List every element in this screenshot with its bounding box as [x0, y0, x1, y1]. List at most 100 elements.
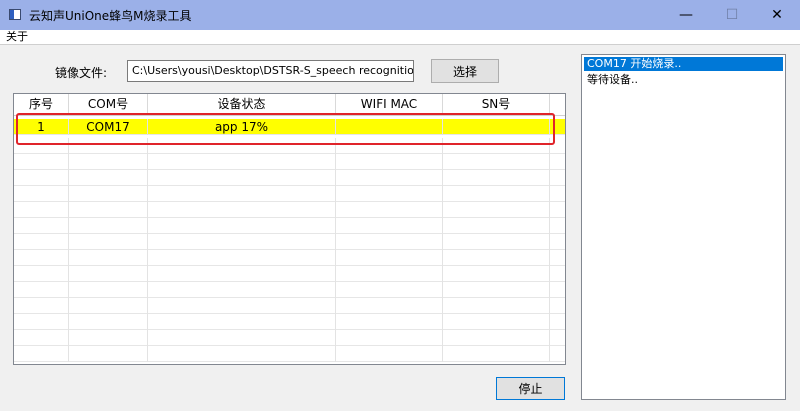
- cell-sn: [443, 119, 550, 135]
- cell-wifi-mac: [336, 202, 443, 218]
- cell-index: [14, 234, 69, 250]
- cell-status: [148, 250, 336, 266]
- cell-com: [69, 330, 148, 346]
- cell-sn: [443, 234, 550, 250]
- cell-status: [148, 330, 336, 346]
- cell-com: [69, 154, 148, 170]
- cell-sn: [443, 298, 550, 314]
- app-icon: [9, 9, 21, 20]
- cell-index: [14, 202, 69, 218]
- table-row-empty[interactable]: [14, 234, 565, 250]
- cell-wifi-mac: [336, 119, 443, 135]
- maximize-button[interactable]: ☐: [709, 0, 755, 30]
- cell-wifi-mac: [336, 298, 443, 314]
- column-header-status[interactable]: 设备状态: [148, 94, 336, 115]
- cell-wifi-mac: [336, 250, 443, 266]
- table-row-empty[interactable]: [14, 186, 565, 202]
- column-header-com[interactable]: COM号: [69, 94, 148, 115]
- cell-index: 1: [14, 119, 69, 135]
- image-file-path-field[interactable]: C:\Users\yousi\Desktop\DSTSR-S_speech re…: [127, 60, 414, 82]
- cell-com: [69, 170, 148, 186]
- cell-status: [148, 314, 336, 330]
- table-row-empty[interactable]: [14, 250, 565, 266]
- cell-sn: [443, 250, 550, 266]
- table-row[interactable]: 1 COM17 app 17%: [14, 119, 565, 135]
- cell-wifi-mac: [336, 170, 443, 186]
- cell-sn: [443, 154, 550, 170]
- table-row-empty[interactable]: [14, 154, 565, 170]
- cell-wifi-mac: [336, 218, 443, 234]
- cell-index: [14, 218, 69, 234]
- cell-index: [14, 186, 69, 202]
- cell-com: [69, 282, 148, 298]
- cell-sn: [443, 186, 550, 202]
- cell-sn: [443, 330, 550, 346]
- cell-index: [14, 250, 69, 266]
- window-title: 云知声UniOne蜂鸟M烧录工具: [29, 9, 192, 23]
- choose-file-button[interactable]: 选择: [431, 59, 499, 83]
- cell-com: [69, 138, 148, 154]
- menu-bar: 关于: [0, 30, 800, 45]
- close-button[interactable]: ✕: [754, 0, 800, 30]
- cell-index: [14, 330, 69, 346]
- cell-wifi-mac: [336, 282, 443, 298]
- table-row-empty[interactable]: [14, 330, 565, 346]
- title-bar[interactable]: 云知声UniOne蜂鸟M烧录工具 — ☐ ✕: [0, 0, 800, 30]
- cell-sn: [443, 202, 550, 218]
- cell-wifi-mac: [336, 234, 443, 250]
- cell-wifi-mac: [336, 154, 443, 170]
- cell-wifi-mac: [336, 330, 443, 346]
- cell-com: [69, 298, 148, 314]
- cell-index: [14, 138, 69, 154]
- cell-sn: [443, 314, 550, 330]
- table-row-empty[interactable]: [14, 266, 565, 282]
- cell-sn: [443, 266, 550, 282]
- stop-button[interactable]: 停止: [496, 377, 565, 400]
- menu-item-about[interactable]: 关于: [6, 30, 28, 44]
- log-list[interactable]: COM17 开始烧录.. 等待设备..: [581, 54, 786, 400]
- device-table[interactable]: 序号 COM号 设备状态 WIFI MAC SN号 1 COM17 app 17%: [13, 93, 566, 365]
- column-header-wifi-mac[interactable]: WIFI MAC: [336, 94, 443, 115]
- cell-index: [14, 266, 69, 282]
- cell-com: [69, 346, 148, 362]
- minimize-button[interactable]: —: [663, 0, 709, 30]
- column-header-sn[interactable]: SN号: [443, 94, 550, 115]
- table-row-empty[interactable]: [14, 298, 565, 314]
- cell-sn: [443, 282, 550, 298]
- cell-index: [14, 314, 69, 330]
- cell-status: [148, 170, 336, 186]
- log-line[interactable]: 等待设备..: [584, 73, 783, 87]
- cell-status: [148, 282, 336, 298]
- cell-index: [14, 170, 69, 186]
- cell-status: app 17%: [148, 119, 336, 135]
- cell-com: [69, 266, 148, 282]
- cell-status: [148, 234, 336, 250]
- cell-sn: [443, 346, 550, 362]
- cell-sn: [443, 170, 550, 186]
- image-file-label: 镜像文件:: [55, 66, 108, 80]
- cell-com: [69, 218, 148, 234]
- table-row-empty[interactable]: [14, 282, 565, 298]
- table-row-empty[interactable]: [14, 170, 565, 186]
- log-line[interactable]: COM17 开始烧录..: [584, 57, 783, 71]
- cell-status: [148, 298, 336, 314]
- cell-status: [148, 154, 336, 170]
- cell-wifi-mac: [336, 138, 443, 154]
- table-row-empty[interactable]: [14, 346, 565, 362]
- cell-com: [69, 186, 148, 202]
- cell-status: [148, 218, 336, 234]
- cell-com: [69, 314, 148, 330]
- table-header: 序号 COM号 设备状态 WIFI MAC SN号: [14, 94, 565, 116]
- table-row-empty[interactable]: [14, 218, 565, 234]
- cell-com: [69, 234, 148, 250]
- column-header-index[interactable]: 序号: [14, 94, 69, 115]
- cell-status: [148, 202, 336, 218]
- cell-index: [14, 346, 69, 362]
- table-row-empty[interactable]: [14, 138, 565, 154]
- cell-com: COM17: [69, 119, 148, 135]
- cell-wifi-mac: [336, 186, 443, 202]
- cell-index: [14, 282, 69, 298]
- cell-com: [69, 202, 148, 218]
- table-row-empty[interactable]: [14, 314, 565, 330]
- table-row-empty[interactable]: [14, 202, 565, 218]
